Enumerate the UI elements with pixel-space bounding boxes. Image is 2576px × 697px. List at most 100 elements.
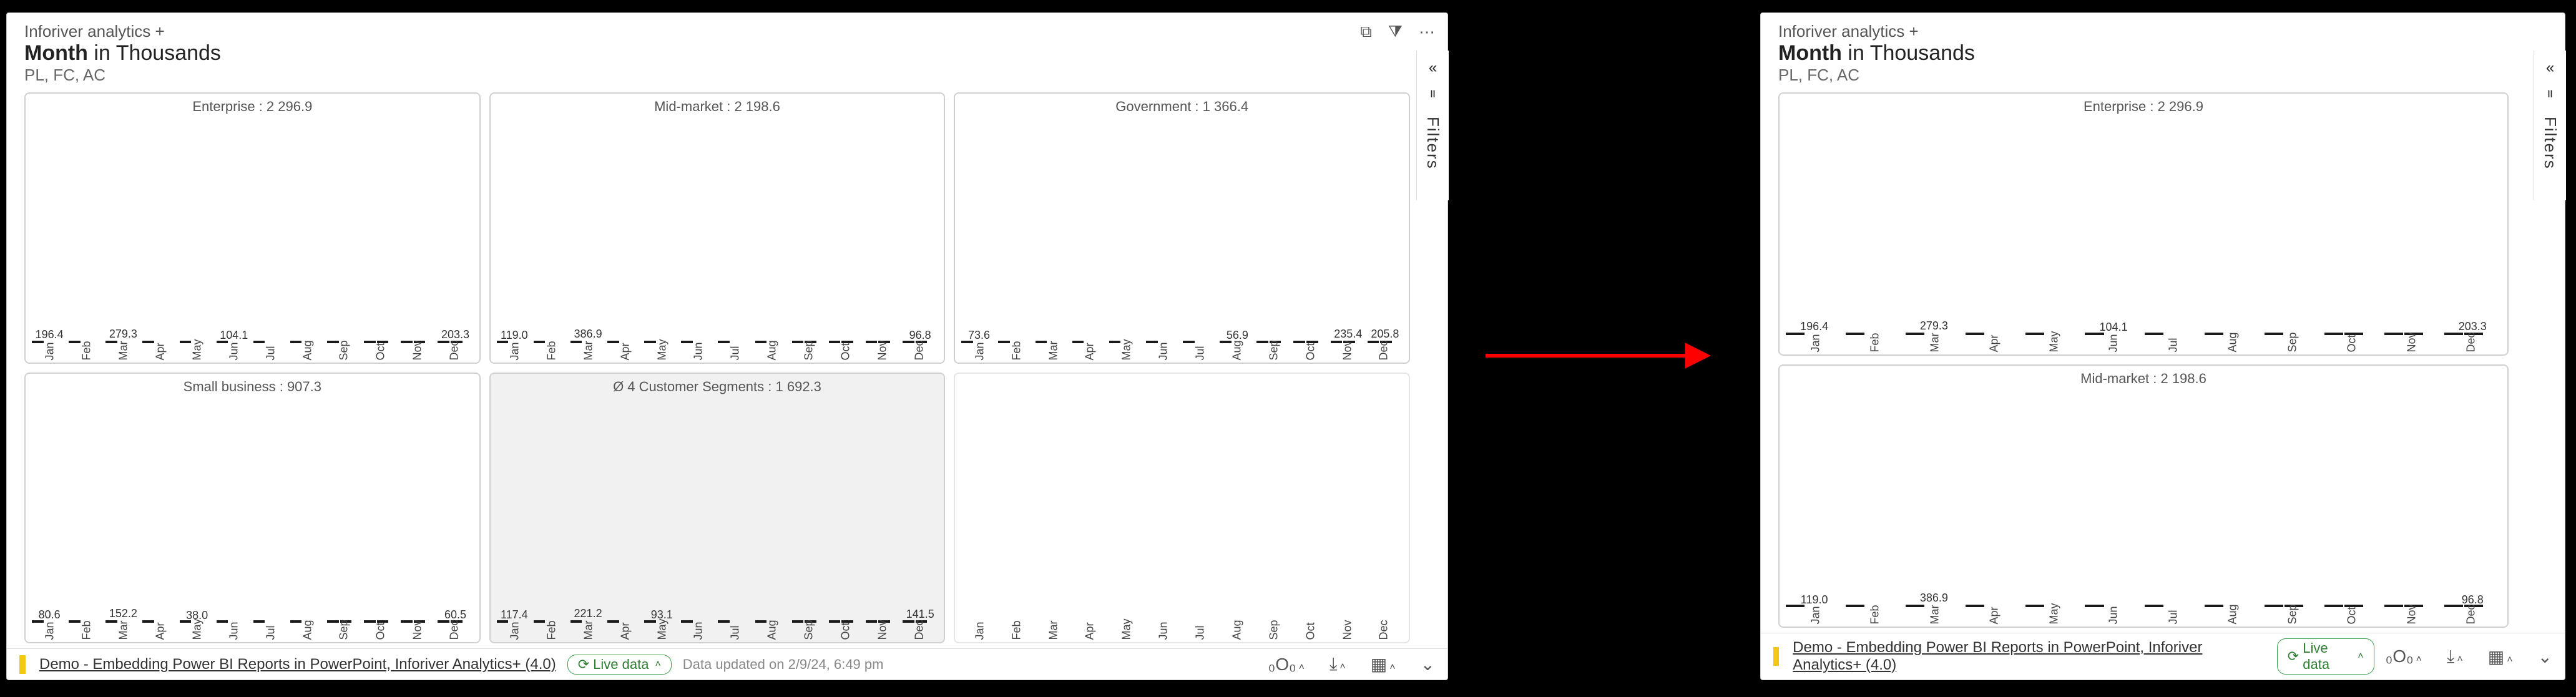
bar-hollow <box>998 341 1010 343</box>
axis-tick: Aug <box>766 626 779 640</box>
chart-cell[interactable]: Enterprise : 2 296.9196.4279.3104.1203.3… <box>1778 92 2509 356</box>
rail-collapse-icon[interactable]: « <box>2546 59 2554 77</box>
bar-hollow <box>2384 605 2403 607</box>
axis-tick: Feb <box>1869 611 1882 625</box>
chart-cell[interactable]: Enterprise : 2 296.9196.4279.3104.1203.3… <box>24 92 481 364</box>
powerbi-logo-icon <box>1773 647 1779 666</box>
bar-hollow <box>755 341 767 343</box>
bar-plot: 73.656.9235.4205.8 <box>961 117 1403 343</box>
axis-tick: Apr <box>154 626 167 640</box>
bar-hollow <box>253 341 265 343</box>
axis-tick: Nov <box>2405 611 2418 625</box>
axis-tick: Mar <box>582 626 595 640</box>
report-pane-narrow: Inforiver analytics + Month in Thousands… <box>1760 12 2565 680</box>
axis-tick: Jan <box>44 346 57 360</box>
chart-cell[interactable]: Government : 1 366.473.656.9235.4205.8Ja… <box>954 92 1410 364</box>
data-label: 386.9 <box>574 328 602 341</box>
data-label: 152.2 <box>109 607 137 620</box>
visual-subtitle: PL, FC, AC <box>24 66 1430 85</box>
updated-timestamp: Data updated on 2/9/24, 6:49 pm <box>683 656 884 673</box>
axis-tick: Jan <box>1809 611 1822 625</box>
chart-cell[interactable]: Mid-market : 2 198.6119.0386.996.8JanFeb… <box>489 92 946 364</box>
bar-group <box>253 620 288 623</box>
bar-hollow <box>571 341 582 343</box>
data-insights-icon[interactable]: ₀O₀˄ <box>1268 655 1305 675</box>
x-axis: JanFebMarAprMayJunJulAugSepOctNovDec <box>1786 335 2501 352</box>
visual-subtitle: PL, FC, AC <box>1778 66 2547 85</box>
bar-plot: 80.6152.238.060.5 <box>32 397 473 623</box>
axis-tick: Jul <box>264 626 277 640</box>
axis-tick: Oct <box>375 346 388 360</box>
axis-tick: May <box>2047 611 2060 625</box>
bar-plot: 196.4279.3104.1203.3 <box>32 117 473 343</box>
bar-hollow <box>290 620 302 623</box>
report-link[interactable]: Demo - Embedding Power BI Reports in Pow… <box>1793 639 2266 674</box>
bar-hollow <box>1966 333 1984 335</box>
axis-tick: Feb <box>81 346 94 360</box>
filters-rail[interactable]: « ᴵᴵ Filters <box>1416 51 1449 200</box>
bar-hollow <box>718 341 730 343</box>
filter-funnel-icon[interactable]: ⧩ <box>1388 22 1403 42</box>
x-axis: JanFebMarAprMayJunJulAugSepOctNovDec <box>497 343 938 360</box>
bar-hollow <box>142 341 154 343</box>
axis-tick: Dec <box>1378 346 1391 360</box>
axis-tick: Jul <box>2167 339 2180 353</box>
chart-cell[interactable]: Small business : 907.380.6152.238.060.5J… <box>24 373 481 644</box>
bar-hollow <box>2324 333 2343 335</box>
expand-chevron-icon[interactable]: ⌄ <box>1421 654 1435 675</box>
axis-tick: Jun <box>2107 339 2120 353</box>
x-axis: JanFebMarAprMayJunJulAugSepOctNovDec <box>32 623 473 640</box>
small-multiples-grid: Enterprise : 2 296.9196.4279.3104.1203.3… <box>7 87 1447 648</box>
copy-icon[interactable]: ⧉ <box>1360 22 1372 42</box>
transition-arrow <box>1486 337 1710 374</box>
brand-line: Inforiver analytics + <box>1778 22 2547 41</box>
axis-tick: Jul <box>2167 611 2180 625</box>
bar-hollow <box>1146 341 1158 343</box>
bar-hollow <box>644 341 656 343</box>
data-label: 386.9 <box>1920 592 1948 605</box>
bar-hollow <box>2145 333 2163 335</box>
axis-tick: Jan <box>44 626 57 640</box>
refresh-dataset-icon[interactable]: ⤓˄ <box>1330 654 1346 675</box>
bar-hollow <box>1906 333 1924 335</box>
chart-cell[interactable]: Ø 4 Customer Segments : 1 692.3117.4221.… <box>489 373 946 644</box>
bar-hollow <box>534 341 546 343</box>
axis-tick: Jun <box>2107 611 2120 625</box>
bar-hollow <box>2025 605 2044 607</box>
bar-hollow <box>2324 605 2343 607</box>
x-axis: JanFebMarAprMayJunJulAugSepOctNovDec <box>961 343 1403 360</box>
report-pane-wide: Inforiver analytics + Month in Thousands… <box>6 12 1448 680</box>
data-label: 279.3 <box>1920 319 1948 333</box>
layout-grid-icon[interactable]: ▦˄ <box>1371 654 1396 675</box>
rail-collapse-icon[interactable]: « <box>1429 59 1437 77</box>
filters-rail[interactable]: « ᴵᴵ Filters <box>2534 51 2566 200</box>
axis-tick: Feb <box>545 346 558 360</box>
bar-hollow <box>1846 605 1864 607</box>
axis-tick: Oct <box>375 626 388 640</box>
axis-tick: Jan <box>509 626 522 640</box>
chart-cell-empty: JanFebMarAprMayJunJulAugSepOctNovDec <box>954 373 1410 644</box>
refresh-dataset-icon[interactable]: ⤓˄ <box>2447 646 2463 667</box>
visual-header-icons: ⧉ ⧩ ⋯ <box>1360 22 1435 42</box>
axis-tick: Dec <box>448 346 461 360</box>
live-data-pill[interactable]: ⟳ Live data ˄ <box>2277 638 2374 675</box>
data-insights-icon[interactable]: ₀O₀˄ <box>2386 646 2422 666</box>
axis-tick: Jun <box>227 626 240 640</box>
bar-hollow <box>290 341 302 343</box>
axis-tick: Dec <box>2465 611 2478 625</box>
bar-group <box>2145 333 2201 335</box>
visual-header: Inforiver analytics + Month in Thousands… <box>1761 13 2565 87</box>
more-options-icon[interactable]: ⋯ <box>1419 22 1435 42</box>
expand-chevron-icon[interactable]: ⌄ <box>2538 646 2552 667</box>
x-axis: JanFebMarAprMayJunJulAugSepOctNovDec <box>497 623 938 640</box>
live-data-pill[interactable]: ⟳ Live data ˄ <box>567 655 672 675</box>
report-link[interactable]: Demo - Embedding Power BI Reports in Pow… <box>39 656 556 673</box>
addin-footer: Demo - Embedding Power BI Reports in Pow… <box>1761 633 2565 680</box>
layout-grid-icon[interactable]: ▦˄ <box>2488 646 2513 667</box>
bar-hollow <box>1036 341 1047 343</box>
powerbi-logo-icon <box>19 655 26 674</box>
axis-tick: Sep <box>2286 339 2299 353</box>
chart-cell[interactable]: Mid-market : 2 198.6119.0386.996.8JanFeb… <box>1778 364 2509 628</box>
data-label: 203.3 <box>441 328 469 341</box>
axis-tick: Sep <box>338 346 351 360</box>
